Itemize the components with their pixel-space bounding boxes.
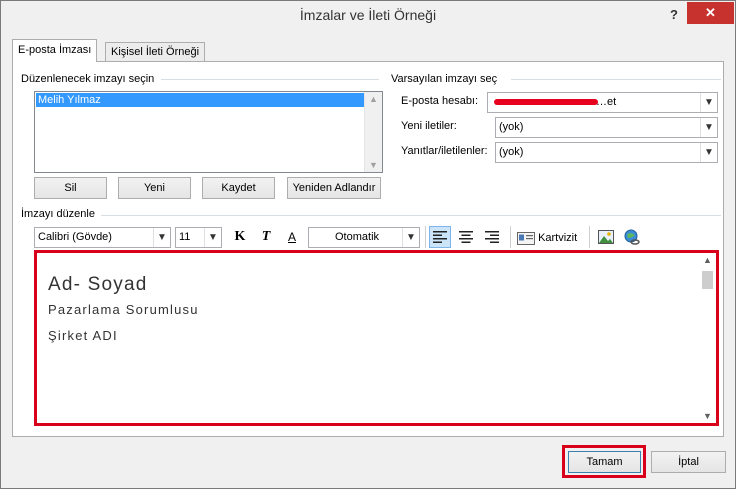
- font-value: Calibri (Gövde): [38, 231, 112, 243]
- chevron-down-icon[interactable]: ▼: [153, 228, 170, 247]
- close-button[interactable]: ✕: [687, 2, 734, 24]
- align-right-icon: [485, 231, 499, 243]
- business-card-button[interactable]: Kartvizit: [517, 230, 577, 246]
- bold-button[interactable]: K: [229, 226, 251, 248]
- replies-value: (yok): [499, 146, 524, 158]
- tab-label: Kişisel İleti Örneği: [111, 46, 200, 58]
- toolbar-separator: [425, 226, 426, 248]
- scroll-up-icon[interactable]: ▲: [699, 255, 716, 265]
- chevron-down-icon[interactable]: ▼: [402, 228, 419, 247]
- list-scrollbar[interactable]: ▲ ▼: [364, 92, 382, 172]
- font-size-combo[interactable]: 11 ▼: [175, 227, 222, 248]
- underline-button[interactable]: A: [281, 226, 303, 248]
- tab-email-signature[interactable]: E-posta İmzası: [12, 39, 98, 62]
- scroll-up-icon[interactable]: ▲: [365, 94, 382, 104]
- help-button[interactable]: ?: [664, 5, 684, 25]
- editor-scrollbar[interactable]: ▲ ▼: [699, 253, 716, 423]
- redaction-mark: [494, 99, 598, 105]
- font-combo[interactable]: Calibri (Gövde) ▼: [34, 227, 171, 248]
- signature-company: Şirket ADI: [48, 328, 118, 343]
- signature-title: Pazarlama Sorumlusu: [48, 302, 199, 317]
- replies-combo[interactable]: (yok) ▼: [495, 142, 718, 163]
- new-messages-value: (yok): [499, 121, 524, 133]
- business-card-label: Kartvizit: [538, 232, 578, 245]
- select-signature-label: Düzenlenecek imzayı seçin: [21, 73, 159, 85]
- scroll-down-icon[interactable]: ▼: [699, 411, 716, 421]
- ok-button[interactable]: Tamam: [568, 451, 641, 473]
- account-label: E-posta hesabı:: [401, 95, 479, 107]
- align-right-button[interactable]: [481, 226, 503, 248]
- chevron-down-icon[interactable]: ▼: [700, 93, 717, 112]
- font-size-value: 11: [179, 231, 191, 243]
- new-messages-label: Yeni iletiler:: [401, 120, 457, 132]
- save-button[interactable]: Kaydet: [202, 177, 275, 199]
- cancel-button[interactable]: İptal: [651, 451, 726, 473]
- chevron-down-icon[interactable]: ▼: [700, 118, 717, 137]
- replies-label: Yanıtlar/iletilenler:: [401, 145, 488, 157]
- chevron-down-icon[interactable]: ▼: [700, 143, 717, 162]
- signature-editor[interactable]: Ad- Soyad Pazarlama Sorumlusu Şirket ADI…: [34, 250, 719, 426]
- delete-button[interactable]: Sil: [34, 177, 107, 199]
- scroll-thumb[interactable]: [702, 271, 713, 289]
- group-line: [161, 79, 379, 80]
- new-messages-combo[interactable]: (yok) ▼: [495, 117, 718, 138]
- picture-icon: [598, 230, 614, 244]
- insert-picture-button[interactable]: [595, 226, 617, 248]
- list-item[interactable]: Melih Yılmaz: [36, 93, 364, 107]
- font-color-combo[interactable]: Otomatik ▼: [308, 227, 420, 248]
- signatures-dialog: İmzalar ve İleti Örneği ? ✕ E-posta İmza…: [0, 0, 736, 489]
- font-color-value: Otomatik: [335, 231, 380, 243]
- signature-name: Ad- Soyad: [48, 274, 148, 295]
- group-line: [101, 215, 721, 216]
- align-left-button[interactable]: [429, 226, 451, 248]
- align-center-button[interactable]: [455, 226, 477, 248]
- align-center-icon: [459, 231, 473, 243]
- new-button[interactable]: Yeni: [118, 177, 191, 199]
- tab-personal-stationery[interactable]: Kişisel İleti Örneği: [105, 42, 206, 61]
- window-title: İmzalar ve İleti Örneği: [299, 7, 437, 23]
- chevron-down-icon[interactable]: ▼: [204, 228, 221, 247]
- hyperlink-icon: [624, 229, 640, 245]
- tab-label: E-posta İmzası: [18, 44, 92, 56]
- italic-button[interactable]: T: [255, 226, 277, 248]
- rename-button[interactable]: Yeniden Adlandır: [287, 177, 381, 199]
- align-left-icon: [433, 231, 447, 243]
- business-card-icon: [517, 231, 535, 245]
- signature-list[interactable]: Melih Yılmaz ▲ ▼: [34, 91, 383, 173]
- scroll-down-icon[interactable]: ▼: [365, 160, 382, 170]
- insert-hyperlink-button[interactable]: [621, 226, 643, 248]
- title-bar: İmzalar ve İleti Örneği ? ✕: [1, 1, 735, 31]
- toolbar-separator: [589, 226, 590, 248]
- account-combo[interactable]: …et ▼: [487, 92, 718, 113]
- edit-signature-label: İmzayı düzenle: [21, 208, 99, 220]
- account-value: …et: [596, 96, 617, 108]
- default-signature-label: Varsayılan imzayı seç: [391, 73, 502, 85]
- group-line: [511, 79, 721, 80]
- toolbar-separator: [510, 226, 511, 248]
